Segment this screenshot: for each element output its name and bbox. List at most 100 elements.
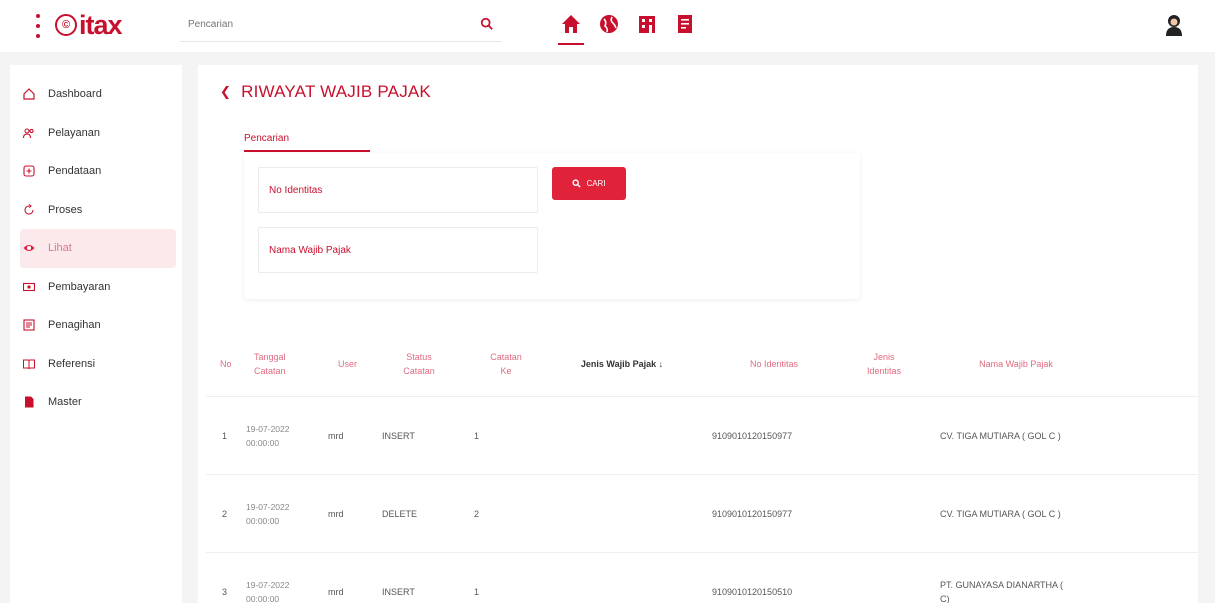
sidebar-item-label: Penagihan: [48, 319, 101, 332]
cell-line: 00:00:00: [246, 593, 280, 603]
riwayat-table: No Tanggal Catatan User Status Catatan Cat…: [206, 331, 1198, 603]
table-row[interactable]: 3 19-07-2022 00:00:00 mrd INSERT 1 910901…: [206, 553, 1198, 603]
th-line: Ke: [500, 365, 512, 376]
search-icon[interactable]: [480, 17, 494, 31]
top-nav: [558, 13, 696, 45]
th-line: Status: [406, 351, 432, 362]
th-line: Catatan: [254, 365, 286, 376]
document-icon[interactable]: [674, 13, 696, 37]
th-line: Identitas: [866, 365, 902, 376]
cell-no: 3: [222, 586, 228, 597]
sidebar-item-label: Pendataan: [48, 165, 102, 178]
sidebar-item-pembayaran[interactable]: Pembayaran: [10, 268, 182, 307]
cell-status: INSERT: [382, 586, 415, 597]
cell-user: mrd: [328, 508, 344, 519]
th-status-catatan[interactable]: Status Catatan: [374, 350, 456, 378]
cell-user: mrd: [328, 586, 344, 597]
cell-no-identitas: 9109010120150977: [712, 508, 793, 519]
cell-line: C): [940, 593, 950, 603]
home-icon[interactable]: [558, 13, 584, 45]
th-line: Tanggal: [254, 351, 286, 362]
nama-wajib-pajak-label: Nama Wajib Pajak: [269, 244, 351, 256]
back-chevron-icon[interactable]: ❮: [220, 84, 231, 100]
sidebar-item-label: Pembayaran: [48, 280, 111, 293]
users-icon: [22, 126, 36, 140]
tab-pencarian[interactable]: Pencarian: [244, 133, 289, 144]
user-avatar-icon[interactable]: [1165, 14, 1183, 36]
tab-indicator: [244, 150, 370, 152]
eye-icon: [22, 241, 36, 255]
sidebar-item-proses[interactable]: Proses: [10, 191, 182, 230]
nama-wajib-pajak-field[interactable]: Nama Wajib Pajak: [258, 227, 538, 273]
cell-tanggal: 19-07-2022 00:00:00: [238, 578, 304, 603]
th-no[interactable]: No: [206, 357, 238, 371]
th-catatan-ke[interactable]: Catatan Ke: [456, 350, 538, 378]
cell-catatan-ke: 2: [474, 508, 480, 519]
table-row[interactable]: 2 19-07-2022 00:00:00 mrd DELETE 2 910901…: [206, 475, 1198, 553]
sidebar-item-pelayanan[interactable]: Pelayanan: [10, 114, 182, 153]
page-title: ❮ RIWAYAT WAJIB PAJAK: [220, 82, 431, 102]
sidebar-item-label: Dashboard: [48, 88, 102, 101]
cell-line: 00:00:00: [246, 437, 280, 448]
sidebar-item-master[interactable]: Master: [10, 383, 182, 422]
sidebar-item-label: Lihat: [48, 242, 72, 255]
th-line: Catatan: [403, 365, 435, 376]
cell-catatan-ke: 1: [474, 586, 480, 597]
cell-line: CV. TIGA MUTIARA ( GOL C ): [940, 430, 1061, 441]
sidebar-item-label: Proses: [48, 203, 83, 216]
page-title-text: RIWAYAT WAJIB PAJAK: [241, 82, 431, 101]
cell-status: INSERT: [382, 430, 415, 441]
th-line: Catatan: [490, 351, 522, 362]
cell-line: 19-07-2022: [246, 423, 290, 434]
th-jenis-wajib-pajak[interactable]: Jenis Wajib Pajak ↓: [538, 357, 706, 371]
cell-line: PT. GUNAYASA DIANARTHA (: [940, 579, 1064, 590]
file-icon: [22, 395, 36, 409]
th-tanggal-catatan[interactable]: Tanggal Catatan: [238, 350, 304, 378]
top-bar: © itax: [0, 0, 1215, 52]
cell-tanggal: 19-07-2022 00:00:00: [238, 500, 304, 528]
th-line: Jenis: [873, 351, 895, 362]
th-no-identitas[interactable]: No Identitas: [706, 357, 836, 371]
main-content: ❮ RIWAYAT WAJIB PAJAK Pencarian No Ident…: [198, 65, 1198, 603]
cari-button[interactable]: CARI: [552, 167, 626, 200]
app-logo[interactable]: © itax: [55, 10, 123, 40]
invoice-icon: [22, 318, 36, 332]
sidebar-item-penagihan[interactable]: Penagihan: [10, 306, 182, 345]
cell-user: mrd: [328, 430, 344, 441]
sidebar-item-referensi[interactable]: Referensi: [10, 345, 182, 384]
cari-button-label: CARI: [586, 179, 606, 188]
globe-icon[interactable]: [598, 13, 620, 37]
sidebar-item-pendataan[interactable]: Pendataan: [10, 152, 182, 191]
cell-line: 19-07-2022: [246, 501, 290, 512]
cell-no-identitas: 9109010120150510: [712, 586, 793, 597]
home-icon: [22, 87, 36, 101]
sidebar-item-lihat[interactable]: Lihat: [20, 229, 176, 268]
menu-dots-icon[interactable]: [34, 14, 42, 38]
cell-status: DELETE: [382, 508, 418, 519]
th-nama-wajib-pajak[interactable]: Nama Wajib Pajak: [932, 357, 1092, 371]
cell-tanggal: 19-07-2022 00:00:00: [238, 422, 304, 450]
sidebar-item-dashboard[interactable]: Dashboard: [10, 75, 182, 114]
logo-symbol: ©: [55, 14, 77, 36]
cell-nama: CV. TIGA MUTIARA ( GOL C ): [932, 507, 1092, 521]
no-identitas-field[interactable]: No Identitas: [258, 167, 538, 213]
sidebar-item-label: Pelayanan: [48, 126, 100, 139]
money-icon: [22, 280, 36, 294]
search-panel: No Identitas Nama Wajib Pajak CARI: [244, 153, 860, 299]
cell-line: 00:00:00: [246, 515, 280, 526]
logo-text: itax: [79, 10, 123, 40]
cell-nama: CV. TIGA MUTIARA ( GOL C ): [932, 429, 1092, 443]
cell-no: 1: [222, 430, 228, 441]
cell-no-identitas: 9109010120150977: [712, 430, 793, 441]
th-jenis-identitas[interactable]: Jenis Identitas: [836, 350, 932, 378]
building-icon[interactable]: [636, 13, 658, 37]
search-icon: [572, 179, 582, 188]
table-row[interactable]: 1 19-07-2022 00:00:00 mrd INSERT 1 910901…: [206, 397, 1198, 475]
sidebar: Dashboard Pelayanan Pendataan Proses Lih…: [10, 65, 182, 603]
global-search: [180, 8, 502, 42]
cell-line: CV. TIGA MUTIARA ( GOL C ): [940, 508, 1061, 519]
search-input[interactable]: [180, 8, 470, 40]
refresh-icon: [22, 203, 36, 217]
th-user[interactable]: User: [304, 357, 374, 371]
sidebar-item-label: Referensi: [48, 357, 96, 370]
